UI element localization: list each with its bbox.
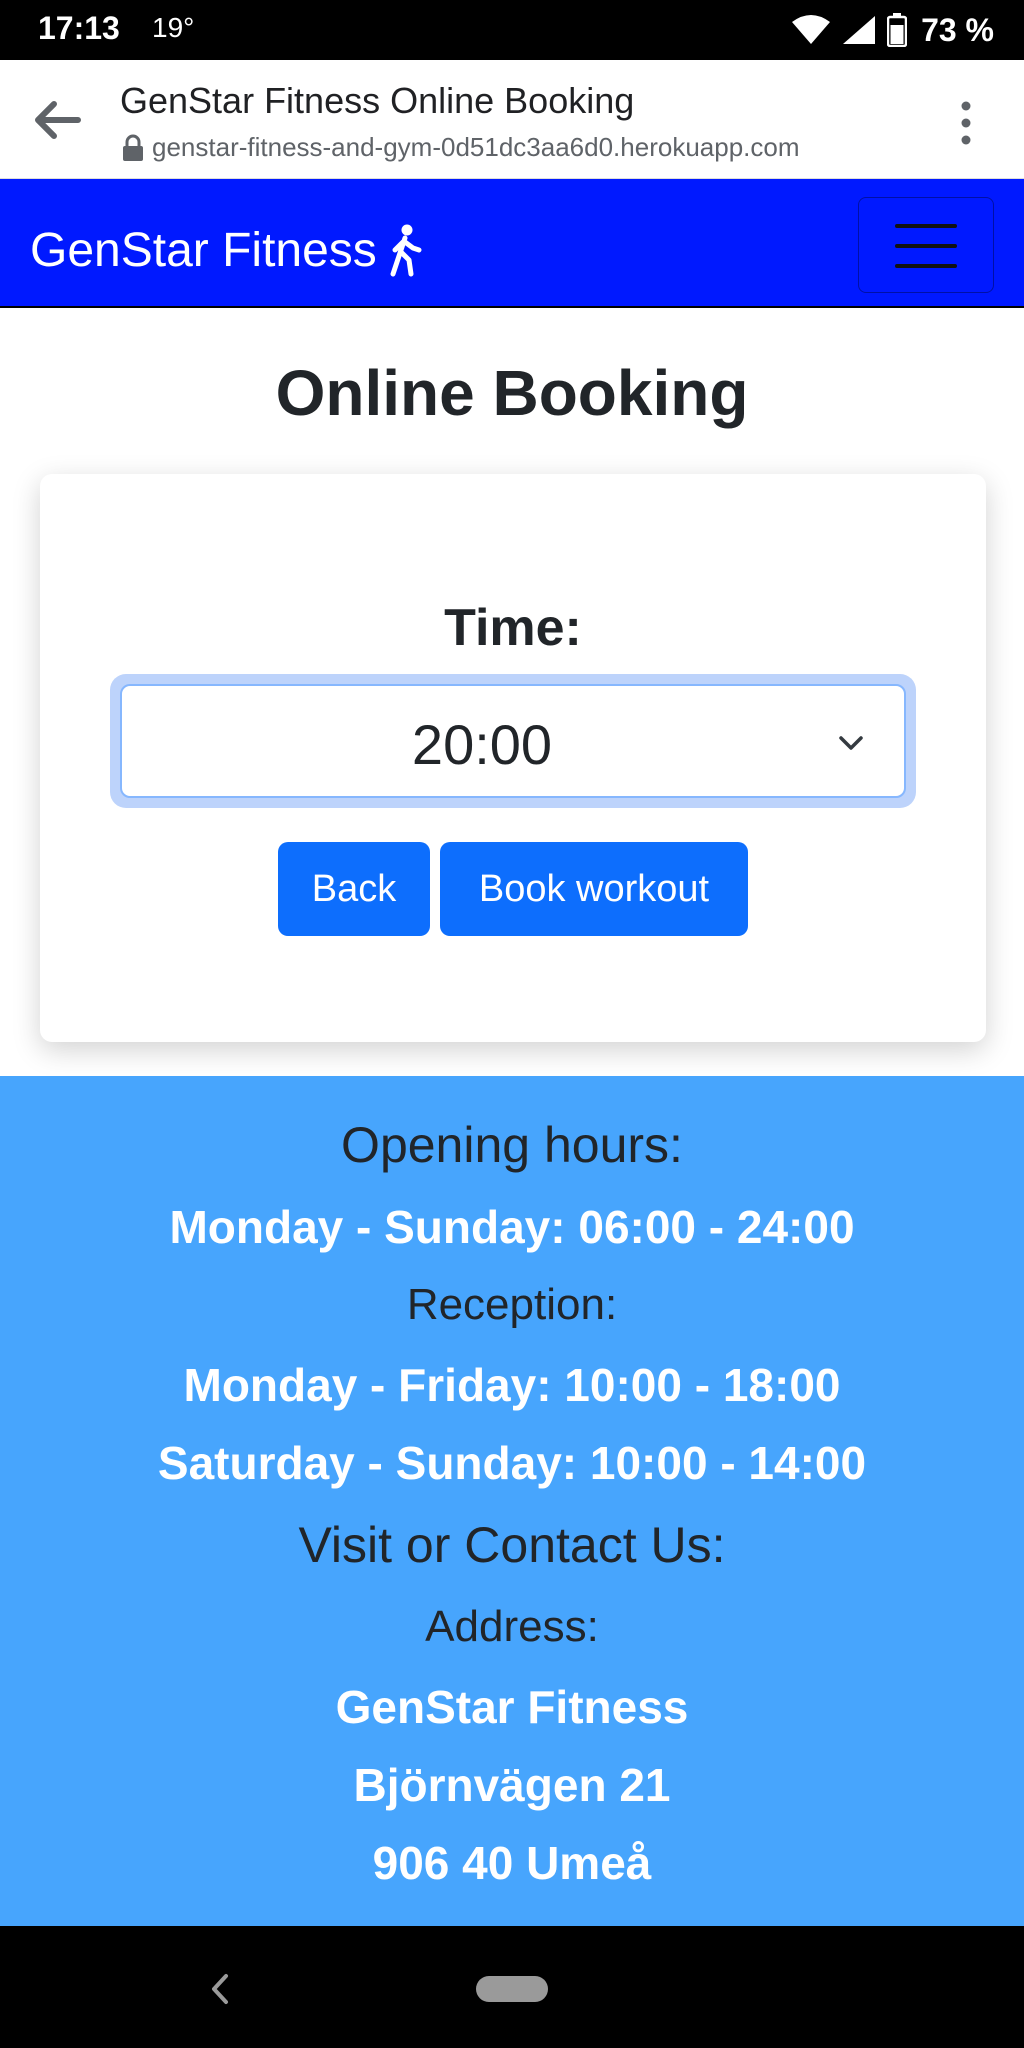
address-street: Björnvägen 21 [353, 1759, 671, 1811]
system-home-pill[interactable] [476, 1976, 548, 2002]
time-selected-value: 20:00 [411, 713, 553, 776]
navbar-toggle-button[interactable] [858, 197, 994, 293]
main-content: Online Booking Time: 20:00 Back Book wor… [0, 308, 1024, 1076]
person-walking-icon [390, 224, 422, 276]
brand-link[interactable]: GenStar Fitness [30, 223, 423, 278]
battery-icon [887, 13, 908, 47]
status-icons: 73 % [791, 8, 994, 52]
page-title: Online Booking [275, 357, 749, 429]
back-arrow-icon[interactable] [32, 98, 82, 142]
system-navigation-bar [0, 1926, 1024, 2048]
more-options-icon[interactable] [956, 98, 976, 148]
hamburger-line [895, 264, 957, 268]
system-back-icon[interactable] [210, 1972, 230, 2006]
browser-url[interactable]: genstar-fitness-and-gym-0d51dc3aa6d0.her… [122, 132, 800, 163]
opening-hours-heading: Opening hours: [341, 1117, 683, 1173]
time-label: Time: [444, 599, 582, 657]
battery-level: 73 % [921, 11, 994, 48]
status-temperature: 19° [152, 12, 195, 43]
booking-card: Time: 20:00 Back Book workout [40, 474, 986, 1042]
chevron-down-icon [839, 736, 863, 750]
site-navbar: GenStar Fitness [0, 179, 1024, 308]
contact-heading: Visit or Contact Us: [298, 1517, 726, 1573]
site-footer: Opening hours: Monday - Sunday: 06:00 - … [0, 1076, 1024, 1926]
reception-weekdays-text: Monday - Friday: 10:00 - 18:00 [183, 1359, 841, 1411]
browser-page-title: GenStar Fitness Online Booking [120, 80, 635, 121]
wifi-icon [792, 15, 831, 44]
reception-weekend-text: Saturday - Sunday: 10:00 - 14:00 [157, 1437, 867, 1489]
url-text: genstar-fitness-and-gym-0d51dc3aa6d0.her… [152, 132, 800, 162]
time-select[interactable]: 20:00 [120, 684, 906, 798]
opening-hours-text: Monday - Sunday: 06:00 - 24:00 [169, 1201, 855, 1253]
status-time: 17:13 [38, 10, 120, 46]
lock-icon [123, 134, 143, 161]
brand-name: GenStar Fitness [30, 224, 377, 277]
book-workout-button[interactable]: Book workout [440, 842, 748, 936]
status-bar: 17:13 19° 73 % [0, 0, 1024, 60]
browser-toolbar: GenStar Fitness Online Booking genstar-f… [0, 60, 1024, 179]
hamburger-line [895, 224, 957, 228]
address-heading: Address: [425, 1602, 599, 1651]
reception-heading: Reception: [406, 1280, 618, 1329]
hamburger-line [895, 244, 957, 248]
signal-icon [843, 16, 876, 44]
back-button[interactable]: Back [278, 842, 430, 936]
address-city: 906 40 Umeå [372, 1837, 652, 1889]
address-name: GenStar Fitness [335, 1681, 689, 1733]
